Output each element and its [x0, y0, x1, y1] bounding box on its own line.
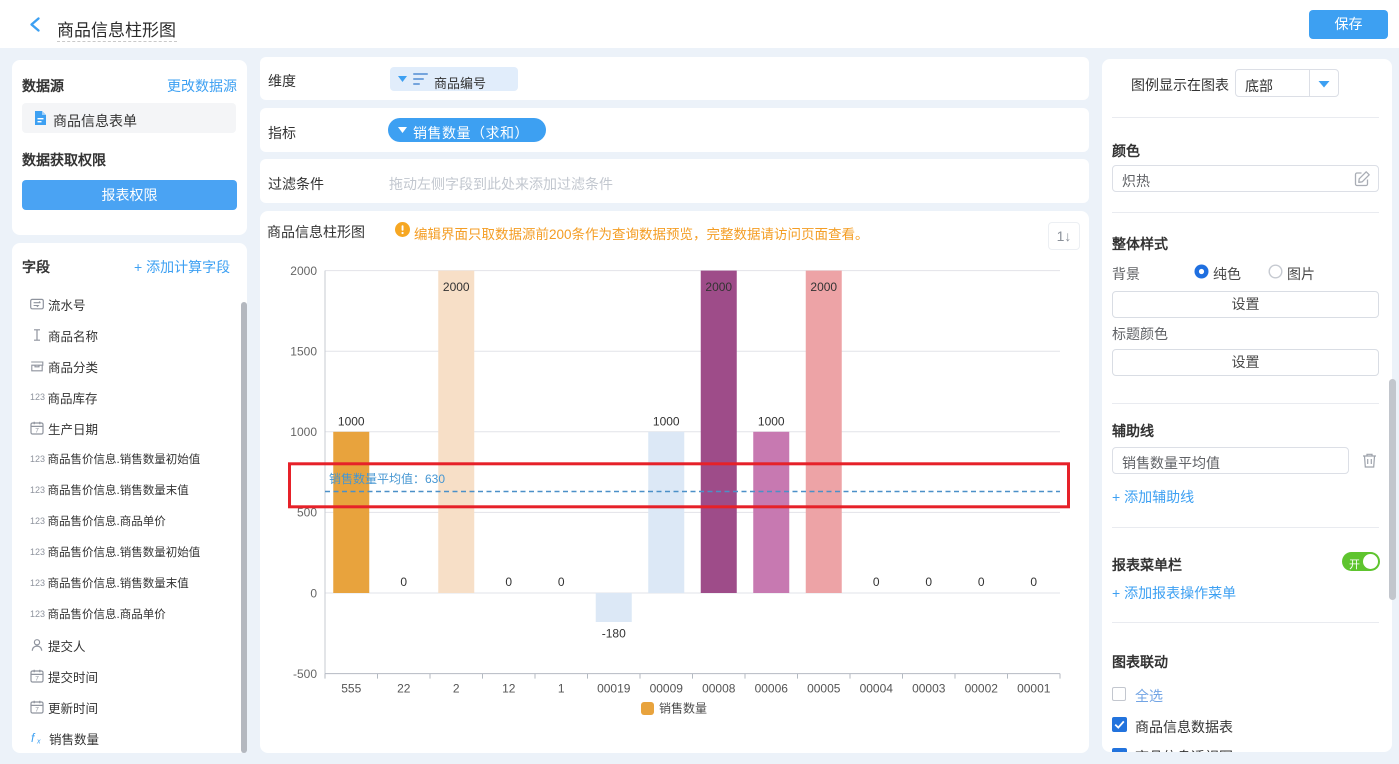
svg-text:0: 0	[400, 575, 407, 589]
svg-text:00019: 00019	[597, 682, 631, 696]
svg-text:1000: 1000	[653, 414, 680, 428]
svg-text:-500: -500	[293, 667, 317, 681]
svg-text:1: 1	[558, 682, 565, 696]
svg-text:0: 0	[978, 575, 985, 589]
svg-text:1500: 1500	[290, 345, 317, 359]
svg-text:2000: 2000	[443, 280, 470, 294]
svg-text:7: 7	[35, 675, 39, 682]
svg-text:00004: 00004	[860, 682, 894, 696]
svg-text:f: f	[31, 731, 36, 745]
svg-text:0: 0	[310, 586, 317, 600]
svg-text:-180: -180	[602, 627, 626, 641]
svg-text:销售数量平均值：630: 销售数量平均值：630	[329, 471, 445, 486]
svg-text:7: 7	[35, 427, 39, 434]
svg-text:0: 0	[505, 575, 512, 589]
svg-text:00001: 00001	[1017, 682, 1051, 696]
svg-text:0: 0	[558, 575, 565, 589]
svg-text:0: 0	[873, 575, 880, 589]
svg-text:1000: 1000	[290, 425, 317, 439]
svg-text:22: 22	[397, 682, 411, 696]
svg-text:0: 0	[925, 575, 932, 589]
svg-text:00006: 00006	[755, 682, 789, 696]
svg-text:00002: 00002	[965, 682, 999, 696]
svg-text:555: 555	[341, 682, 361, 696]
svg-text:00008: 00008	[702, 682, 736, 696]
svg-text:2: 2	[453, 682, 460, 696]
svg-text:7: 7	[35, 706, 39, 713]
svg-text:00005: 00005	[807, 682, 841, 696]
svg-text:x: x	[36, 739, 41, 746]
svg-text:2000: 2000	[290, 264, 317, 278]
svg-text:1000: 1000	[758, 414, 785, 428]
svg-text:12: 12	[502, 682, 516, 696]
svg-text:0: 0	[1030, 575, 1037, 589]
svg-text:00003: 00003	[912, 682, 946, 696]
svg-text:1000: 1000	[338, 414, 365, 428]
svg-text:2000: 2000	[705, 280, 732, 294]
svg-text:00009: 00009	[650, 682, 684, 696]
svg-text:销售数量: 销售数量	[659, 701, 707, 716]
svg-text:2000: 2000	[810, 280, 837, 294]
